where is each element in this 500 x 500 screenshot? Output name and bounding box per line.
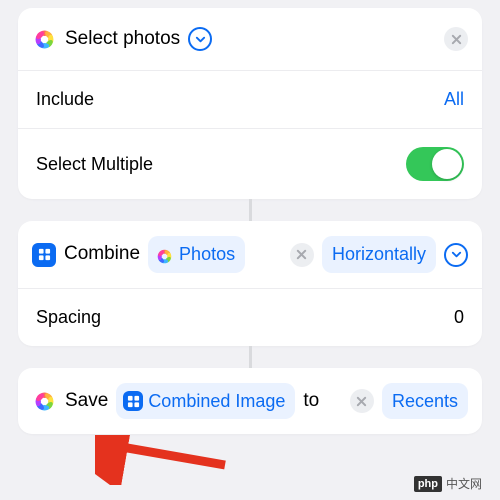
photos-icon	[32, 27, 57, 52]
combined-image-label: Combined Image	[148, 386, 285, 417]
spacing-label: Spacing	[36, 307, 101, 328]
card-header[interactable]: Combine Photos Horizontally	[18, 221, 482, 288]
spacing-row[interactable]: Spacing 0	[18, 288, 482, 346]
photos-variable-pill[interactable]: Photos	[148, 236, 245, 273]
action-title: Select photos	[65, 23, 180, 55]
connector-line	[249, 199, 252, 221]
spacing-value[interactable]: 0	[454, 307, 464, 328]
include-value[interactable]: All	[444, 89, 464, 110]
to-label: to	[303, 385, 319, 417]
watermark: php 中文网	[414, 475, 482, 492]
photos-icon	[32, 389, 57, 414]
card-header[interactable]: Save Combined Image to Recents	[18, 368, 482, 435]
select-multiple-toggle[interactable]	[406, 147, 464, 181]
destination-pill[interactable]: Recents	[382, 383, 468, 420]
close-icon[interactable]	[444, 27, 468, 51]
expand-chevron-icon[interactable]	[188, 27, 212, 51]
combine-app-icon	[123, 391, 143, 411]
save-verb: Save	[65, 385, 108, 417]
select-multiple-label: Select Multiple	[36, 154, 153, 175]
combined-image-variable-pill[interactable]: Combined Image	[116, 383, 295, 420]
watermark-text: 中文网	[446, 475, 482, 492]
direction-pill[interactable]: Horizontally	[322, 236, 436, 273]
combine-app-icon	[32, 243, 56, 267]
connector-line	[249, 346, 252, 368]
combine-verb: Combine	[64, 238, 140, 270]
card-header[interactable]: Select photos	[18, 8, 482, 70]
action-card-combine: Combine Photos Horizontally	[18, 221, 482, 346]
close-icon[interactable]	[350, 389, 374, 413]
action-card-save: Save Combined Image to Recents	[18, 368, 482, 435]
photos-variable-label: Photos	[179, 239, 235, 270]
expand-chevron-icon[interactable]	[444, 243, 468, 267]
annotation-arrow	[95, 435, 235, 485]
include-row[interactable]: Include All	[18, 70, 482, 128]
select-multiple-row: Select Multiple	[18, 128, 482, 199]
include-label: Include	[36, 89, 94, 110]
photos-icon	[155, 245, 174, 264]
close-icon[interactable]	[290, 243, 314, 267]
action-card-select-photos: Select photos Include All Select Multipl…	[18, 8, 482, 199]
watermark-logo: php	[414, 476, 442, 492]
